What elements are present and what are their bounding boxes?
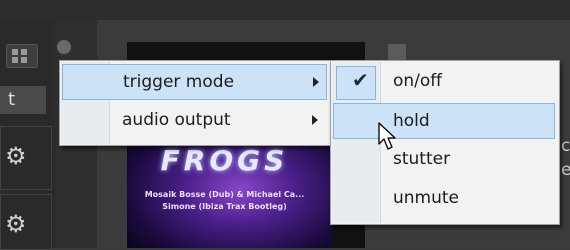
menu-item-label: audio output [122, 110, 231, 130]
truncated-text: e [561, 160, 570, 180]
album-artist-line: Mosaik Bosse (Dub) & Michael Ca... [144, 190, 305, 199]
check-indicator: ✔ [336, 66, 376, 100]
menu-item-label: trigger mode [123, 72, 235, 92]
grid-view-button[interactable] [6, 44, 38, 68]
submenu-item-stutter[interactable]: stutter [333, 143, 555, 179]
submenu-item-unmute[interactable]: unmute [333, 181, 555, 217]
context-menu: trigger mode audio output [59, 60, 332, 146]
checkmark-icon: ✔ [352, 68, 369, 92]
menu-item-label: on/off [393, 71, 443, 91]
grid-icon [12, 57, 18, 63]
circle-button[interactable] [57, 40, 71, 54]
album-track-line: Simone (Ibiza Trax Bootleg) [162, 202, 287, 211]
side-panel: ⚙ [0, 126, 52, 190]
submenu-item-hold[interactable]: hold [333, 103, 555, 139]
gear-icon[interactable]: ⚙ [5, 143, 31, 169]
side-panel: ⚙ [0, 194, 52, 250]
grid-icon [21, 49, 27, 55]
menu-item-label: unmute [393, 188, 460, 208]
menu-item-audio-output[interactable]: audio output [62, 103, 327, 139]
menu-item-trigger-mode[interactable]: trigger mode [62, 64, 327, 100]
tab-label[interactable]: t [0, 86, 46, 114]
submenu: ✔ on/off hold stutter unmute [330, 60, 560, 225]
mouse-cursor-icon [378, 122, 396, 150]
gear-icon[interactable]: ⚙ [5, 211, 31, 237]
grid-icon [21, 57, 27, 63]
menu-item-label: stutter [393, 149, 451, 169]
top-bar [0, 0, 570, 20]
truncated-text: c [561, 136, 570, 156]
grid-icon [12, 49, 18, 55]
submenu-arrow-icon [312, 115, 318, 125]
submenu-arrow-icon [313, 77, 319, 87]
submenu-item-on-off[interactable]: ✔ on/off [333, 63, 555, 100]
album-title: FROGS [160, 144, 289, 177]
